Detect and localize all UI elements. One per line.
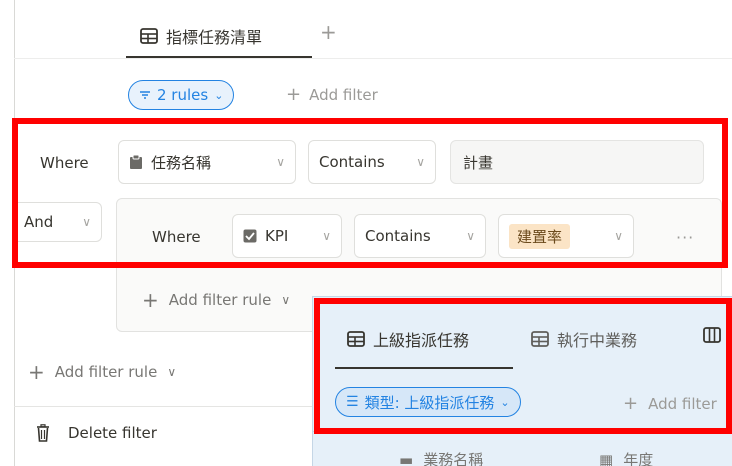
chevron-down-icon: ∨ — [281, 293, 291, 307]
table-icon — [140, 28, 158, 44]
highlight-box-filter-rules — [12, 118, 728, 268]
chevron-down-icon: ⌄ — [214, 88, 224, 102]
add-filter-label: Add filter — [309, 85, 378, 104]
add-filter-button[interactable]: + Add filter — [286, 84, 378, 105]
column-label: 業務名稱 — [423, 451, 484, 466]
plus-icon: + — [28, 360, 45, 384]
trash-icon — [36, 424, 50, 442]
highlight-box-overlay — [314, 298, 732, 434]
calendar-icon: ▦ — [599, 450, 614, 466]
tabbar-divider — [14, 58, 732, 59]
add-filter-rule-outer[interactable]: + Add filter rule ∨ — [28, 360, 176, 384]
tab-indicator-task-list[interactable]: 指標任務清單 — [140, 14, 262, 58]
rules-pill-button[interactable]: 2 rules ⌄ — [128, 80, 235, 110]
chevron-down-icon: ∨ — [167, 365, 177, 379]
add-filter-rule-inner[interactable]: + Add filter rule ∨ — [142, 288, 290, 312]
delete-filter-button[interactable]: Delete filter — [36, 424, 157, 442]
rules-pill-label: 2 rules — [157, 86, 209, 104]
column-header-year[interactable]: ▦ 年度 — [599, 449, 653, 466]
menu-divider — [14, 406, 314, 407]
add-rule-outer-label: Add filter rule — [54, 363, 158, 381]
add-view-button[interactable]: + — [320, 20, 337, 44]
filter-lines-icon — [139, 90, 151, 100]
column-label: 年度 — [623, 451, 654, 466]
text-column-icon: ▬ — [399, 450, 414, 466]
delete-filter-label: Delete filter — [68, 424, 157, 442]
add-rule-inner-label: Add filter rule — [168, 291, 272, 309]
column-header-business-name[interactable]: ▬ 業務名稱 — [399, 449, 483, 466]
tab-label: 指標任務清單 — [166, 28, 263, 47]
plus-icon: + — [142, 288, 159, 312]
plus-icon: + — [286, 84, 302, 105]
